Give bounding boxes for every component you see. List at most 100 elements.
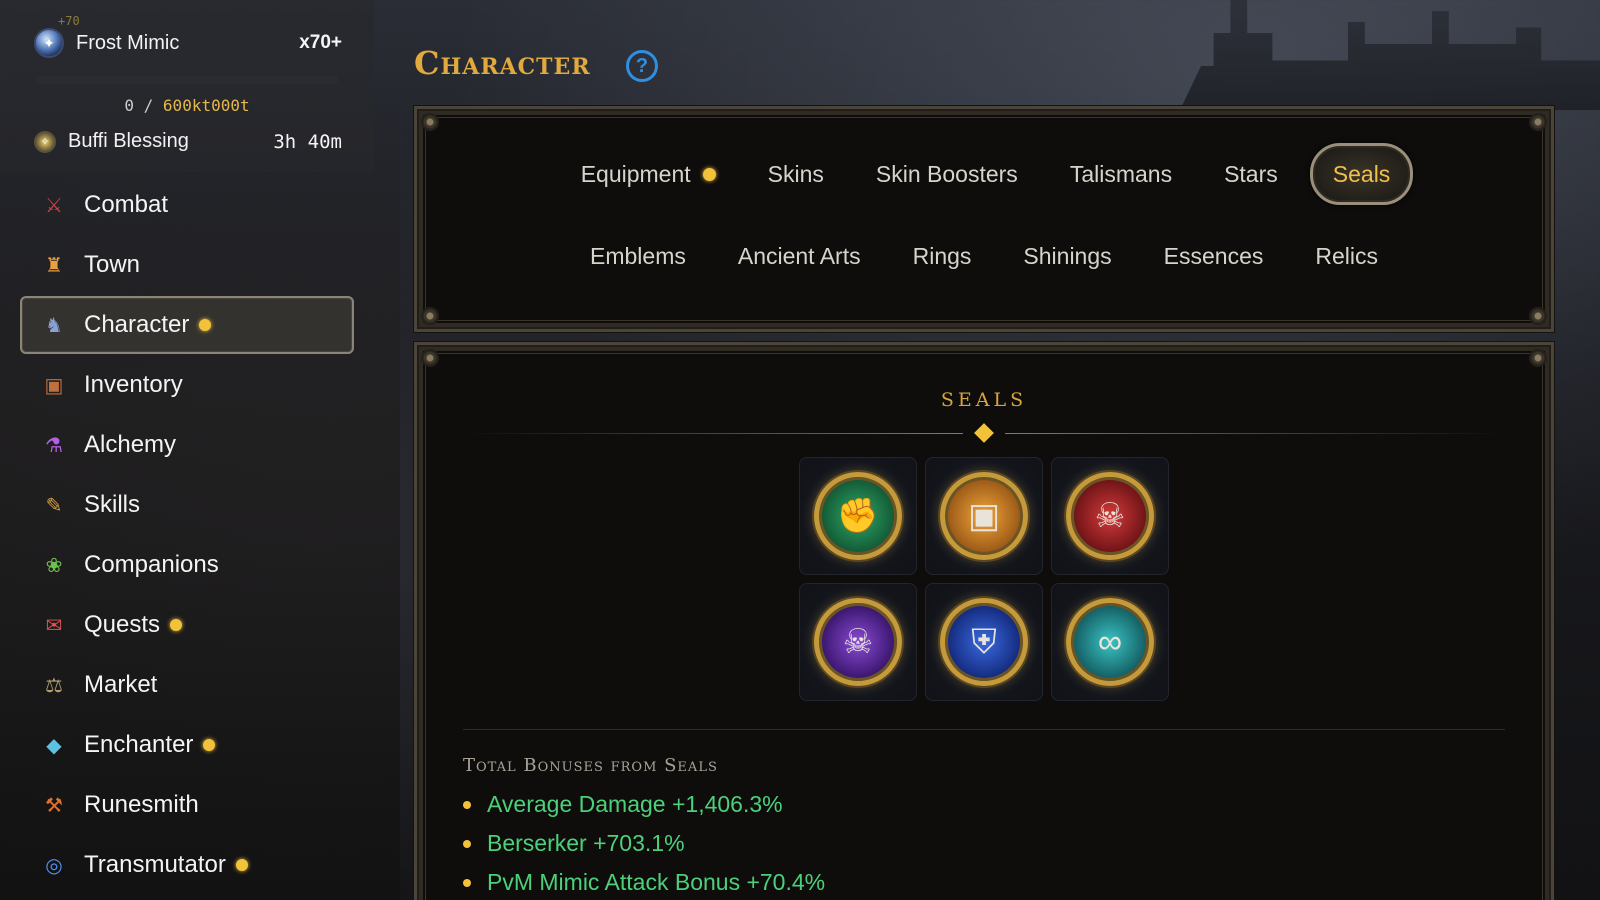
bonus-text: PvM Mimic Attack Bonus +70.4% [487,869,826,895]
tab-label: Talismans [1069,160,1173,187]
sidebar-item-label: Market [84,671,158,698]
tab-label: Essences [1163,242,1264,269]
sidebar-item-combat[interactable]: ⚔ Combat [20,176,354,234]
tab-rings[interactable]: Rings [887,225,998,287]
tab-label: Seals [1332,160,1391,187]
sidebar-item-inventory[interactable]: ▣ Inventory [20,356,354,414]
tab-seals[interactable]: Seals [1309,143,1414,205]
bullet-icon [463,800,471,809]
bonus-item: Average Damage +1,406.3% [463,785,825,824]
buff-level-label: +70 [58,14,80,28]
tab-emblems[interactable]: Emblems [564,225,712,287]
potion-icon: ⚗ [45,434,63,457]
tab-stars[interactable]: Stars [1198,143,1304,205]
sidebar-item-character[interactable]: ♞ Character [20,296,354,354]
seal-slot[interactable]: ⛨ [925,583,1043,701]
frame-corner [421,349,439,367]
skull-trident-seal-icon: ☠ [1066,472,1154,560]
sidebar-item-quests[interactable]: ✉ Quests [20,596,354,654]
sidebar-item-runesmith[interactable]: ⚒ Runesmith [20,776,354,834]
tab-label: Equipment [580,160,691,187]
frame-corner [421,113,439,131]
sidebar-item-transmutator[interactable]: ◎ Transmutator [20,836,354,894]
paw-icon: ❀ [45,554,63,577]
mimic-chest-seal-icon: ▣ [940,472,1028,560]
seal-slot[interactable]: ☠ [799,583,917,701]
book-icon: ✎ [45,494,63,517]
frost-mimic-icon: ✦ [34,28,64,58]
tabs-row-2: Emblems Ancient Arts Rings Shinings Essences… [417,225,1551,287]
bonus-text: Berserker +703.1% [487,830,685,856]
frame-corner [1529,307,1547,325]
tab-relics[interactable]: Relics [1289,225,1404,287]
purple-skull-seal-icon: ☠ [814,598,902,686]
bullet-icon [463,839,471,848]
sidebar-item-label: Runesmith [84,791,199,818]
blessing-timer: 3h 40m [273,130,342,153]
sidebar-item-label: Quests [84,611,161,638]
tab-skin-boosters[interactable]: Skin Boosters [850,143,1044,205]
help-icon[interactable]: ? [626,50,658,82]
sidebar-item-skills[interactable]: ✎ Skills [20,476,354,534]
seal-slot[interactable]: ∞ [1051,583,1169,701]
sidebar-item-label: Transmutator [84,851,226,878]
bullet-icon [463,878,471,887]
backpack-icon: ▣ [44,374,64,397]
main-nav: ⚔ Combat ♜ Town ♞ Character ▣ Inventory ⚗ Alchemy… [20,176,354,896]
blessing-icon: ✧ [34,130,56,153]
buff-value: x70+ [299,32,342,53]
bonuses-title: Total Bonuses from Seals [463,755,718,776]
sidebar-item-label: Inventory [84,371,183,398]
notification-dot [203,739,216,751]
scales-icon: ⚖ [45,674,63,697]
frost-mimic-buff[interactable]: ✦ Frost Mimic x70+ [34,28,342,58]
sidebar-item-label: Town [84,251,141,278]
infinity-seal-icon: ∞ [1066,598,1154,686]
tab-equipment[interactable]: Equipment [555,143,742,205]
fist-seal-icon: ✊ [814,472,902,560]
tab-label: Rings [912,242,972,269]
status-panel: +70 ✦ Frost Mimic x70+ 0 / 600kt000t ✧ B… [0,0,374,172]
buffi-blessing-buff[interactable]: ✧ Buffi Blessing 3h 40m [34,130,342,153]
tab-label: Shinings [1023,242,1112,269]
tab-skins[interactable]: Skins [742,143,850,205]
sidebar-item-companions[interactable]: ❀ Companions [20,536,354,594]
tab-shinings[interactable]: Shinings [997,225,1137,287]
section-divider [463,729,1505,730]
tab-label: Stars [1224,160,1278,187]
knight-icon: ♞ [45,314,63,337]
ornamental-divider [463,423,1505,443]
sidebar-item-label: Enchanter [84,731,194,758]
page-title: Character [414,44,591,82]
sidebar-item-market[interactable]: ⚖ Market [20,656,354,714]
buff-name: Frost Mimic [76,31,180,54]
spartan-shield-seal-icon: ⛨ [940,598,1028,686]
tabs-row-1: Equipment Skins Skin Boosters Talismans Star… [417,143,1551,205]
sidebar-item-label: Companions [84,551,219,578]
sidebar-item-label: Skills [84,491,141,518]
xp-text: 0 / 600kt000t [124,96,250,115]
background-castle [1180,0,1600,110]
sidebar-item-alchemy[interactable]: ⚗ Alchemy [20,416,354,474]
notification-dot [199,319,212,331]
tab-label: Skins [767,160,824,187]
tab-essences[interactable]: Essences [1138,225,1290,287]
tab-label: Emblems [590,242,686,269]
sidebar-item-enchanter[interactable]: ◆ Enchanter [20,716,354,774]
hammer-icon: ⚒ [45,794,63,817]
castle-icon: ♜ [45,254,63,277]
seal-slot[interactable]: ✊ [799,457,917,575]
sidebar: +70 ✦ Frost Mimic x70+ 0 / 600kt000t ✧ B… [0,0,374,900]
xp-progress-bar [36,76,338,84]
notification-dot [235,859,248,871]
frame-corner [1529,113,1547,131]
sidebar-item-label: Combat [84,191,169,218]
tab-talismans[interactable]: Talismans [1044,143,1198,205]
scroll-icon: ✉ [45,614,63,637]
seal-slot[interactable]: ☠ [1051,457,1169,575]
sidebar-item-town[interactable]: ♜ Town [20,236,354,294]
notification-dot [702,167,716,181]
seal-slot[interactable]: ▣ [925,457,1043,575]
tab-ancient-arts[interactable]: Ancient Arts [712,225,887,287]
tab-label: Relics [1315,242,1378,269]
